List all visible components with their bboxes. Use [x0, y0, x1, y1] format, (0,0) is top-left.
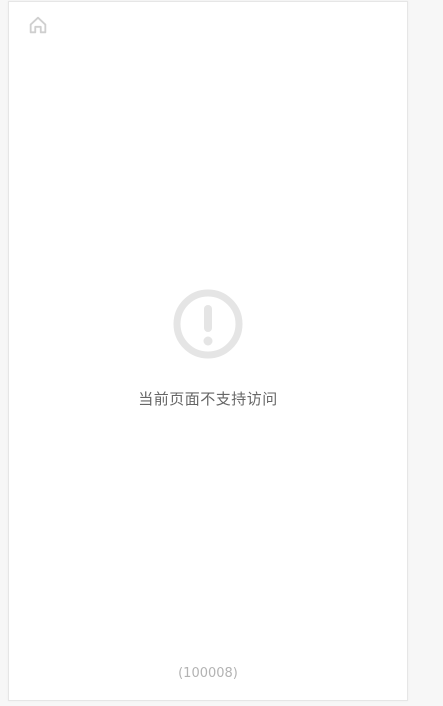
page-card: 当前页面不支持访问 (100008)	[8, 1, 408, 701]
error-message: 当前页面不支持访问	[138, 390, 278, 408]
error-code: (100008)	[178, 666, 238, 681]
error-content: 当前页面不支持访问	[9, 288, 407, 409]
home-button[interactable]	[27, 14, 49, 36]
home-icon	[29, 16, 47, 34]
exclamation-circle-icon	[173, 289, 243, 359]
